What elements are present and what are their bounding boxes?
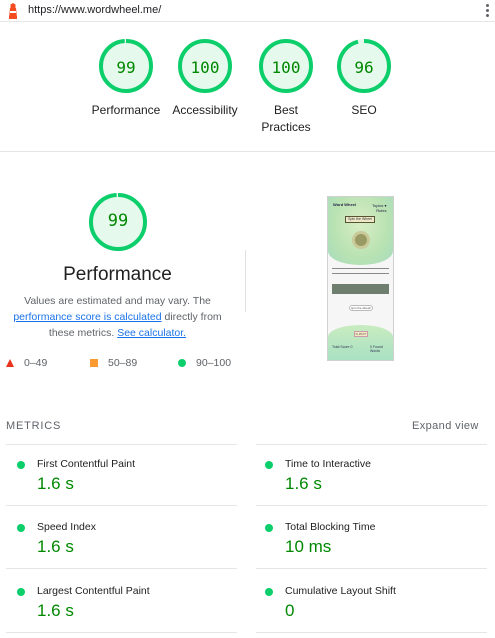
performance-gauge-large: 99 xyxy=(88,192,148,252)
metric-title: Largest Contentful Paint xyxy=(37,585,150,597)
url-bar: https://www.wordwheel.me/ xyxy=(0,0,495,22)
section-divider xyxy=(0,151,495,152)
thumb-small-button: SUBMIT xyxy=(354,331,368,337)
gauge-seo[interactable]: 96 SEO xyxy=(334,38,394,119)
pass-circle-icon xyxy=(265,524,273,532)
metric-title: Time to Interactive xyxy=(285,458,371,470)
thumb-line xyxy=(332,273,389,274)
metric-title: Cumulative Layout Shift xyxy=(285,585,396,597)
gauge-score: 100 xyxy=(271,58,301,77)
metric-rule xyxy=(6,444,237,445)
legend-average-label: 50–89 xyxy=(108,357,138,369)
pass-circle-icon xyxy=(17,524,25,532)
metric-rule xyxy=(256,568,487,569)
vertical-separator xyxy=(245,250,246,312)
gauge-label: Performance xyxy=(91,103,161,117)
thumb-menu: Topics ▾ Rules xyxy=(372,203,386,213)
metrics-heading: METRICS xyxy=(6,420,62,432)
final-screenshot-thumbnail[interactable]: Word Wheel Topics ▾ Rules Spin the Wheel … xyxy=(327,196,394,361)
gauge-performance[interactable]: 99 Performance xyxy=(88,38,164,119)
metric-rule xyxy=(6,632,237,633)
gauge-label: SEO xyxy=(351,103,377,117)
performance-description: Values are estimated and may vary. The p… xyxy=(0,293,235,341)
metric-value: 0 xyxy=(285,601,295,620)
metric-rule xyxy=(256,632,487,633)
metric-rule xyxy=(6,568,237,569)
thumb-footer-left: Total Score 0 xyxy=(332,345,352,349)
see-calculator-link[interactable]: See calculator. xyxy=(117,327,186,339)
pass-circle-icon xyxy=(265,588,273,596)
more-options-icon[interactable] xyxy=(484,3,490,19)
score-calculated-link[interactable]: performance score is calculated xyxy=(13,311,161,323)
square-icon xyxy=(90,359,98,367)
metric-rule xyxy=(256,505,487,506)
thumb-left-label: Total Score xyxy=(332,345,350,349)
gauge-label: Accessibility xyxy=(172,103,238,117)
expand-view-toggle[interactable]: Expand view xyxy=(412,420,479,432)
thumb-menu-rules: Rules xyxy=(376,208,387,213)
metric-title: Speed Index xyxy=(37,521,96,533)
thumb-wheel-icon xyxy=(352,231,370,249)
thumb-spin-label: Spin the Wheel xyxy=(345,216,375,223)
metric-title: First Contentful Paint xyxy=(37,458,136,470)
gauge-best-practices[interactable]: 100 Best Practices xyxy=(256,38,316,136)
gauge-score: 99 xyxy=(116,58,136,77)
triangle-icon xyxy=(6,359,14,367)
thumb-line xyxy=(332,268,389,269)
circle-icon xyxy=(178,359,186,367)
metric-value: 10 ms xyxy=(285,537,332,556)
pass-circle-icon xyxy=(265,461,273,469)
metric-value: 1.6 s xyxy=(37,474,74,493)
gauge-label: Best Practices xyxy=(261,103,311,134)
thumb-right-label: Found Words xyxy=(370,345,383,353)
legend-fail-label: 0–49 xyxy=(24,357,48,369)
lighthouse-logo-icon xyxy=(9,3,17,19)
metric-value: 1.6 s xyxy=(37,537,74,556)
metric-rule xyxy=(256,444,487,445)
metric-value: 1.6 s xyxy=(37,601,74,620)
gauge-score: 96 xyxy=(354,58,374,77)
legend-pass-label: 90–100 xyxy=(196,357,232,369)
performance-score: 99 xyxy=(107,211,129,231)
thumb-footer-right: 0 Found Words xyxy=(370,345,393,353)
thumb-logo: Word Wheel xyxy=(333,202,357,207)
thumb-bar xyxy=(332,284,389,294)
thumb-button: spin the wheel! xyxy=(349,305,373,311)
gauge-score: 100 xyxy=(190,58,220,77)
desc-text: Values are estimated and may vary. The xyxy=(24,295,211,307)
metric-rule xyxy=(6,505,237,506)
gauge-accessibility[interactable]: 100 Accessibility xyxy=(170,38,240,119)
thumb-left-num: 0 xyxy=(350,345,353,349)
pass-circle-icon xyxy=(17,588,25,596)
pass-circle-icon xyxy=(17,461,25,469)
metric-value: 1.6 s xyxy=(285,474,322,493)
report-url[interactable]: https://www.wordwheel.me/ xyxy=(28,4,161,16)
metric-title: Total Blocking Time xyxy=(285,521,376,533)
performance-title: Performance xyxy=(63,264,172,285)
